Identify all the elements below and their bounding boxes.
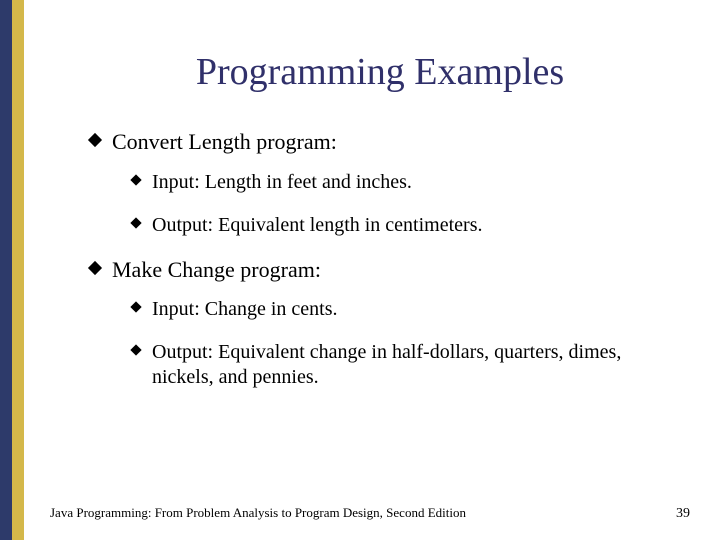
bullet-list: Convert Length program: Input: Length in… xyxy=(90,128,670,390)
bullet-level1: Convert Length program: Input: Length in… xyxy=(90,128,670,238)
bullet-level2: Input: Change in cents. xyxy=(132,297,670,322)
stripe-navy xyxy=(0,0,12,540)
bullet-level2: Input: Length in feet and inches. xyxy=(132,170,670,195)
bullet-level2: Output: Equivalent change in half-dollar… xyxy=(132,340,670,390)
stripe-white xyxy=(24,0,40,540)
side-accent-stripes xyxy=(0,0,40,540)
slide-body: Programming Examples Convert Length prog… xyxy=(40,0,720,540)
stripe-gold xyxy=(12,0,24,540)
bullet-level2: Output: Equivalent length in centimeters… xyxy=(132,213,670,238)
bullet-text: Make Change program: xyxy=(112,257,321,282)
page-number: 39 xyxy=(676,506,690,522)
bullet-level1: Make Change program: Input: Change in ce… xyxy=(90,256,670,391)
bullet-text: Convert Length program: xyxy=(112,129,337,154)
sub-bullet-list: Input: Change in cents. Output: Equivale… xyxy=(112,297,670,390)
sub-bullet-list: Input: Length in feet and inches. Output… xyxy=(112,170,670,238)
footer-source: Java Programming: From Problem Analysis … xyxy=(50,505,466,521)
slide-title: Programming Examples xyxy=(90,50,670,94)
slide-footer: Java Programming: From Problem Analysis … xyxy=(50,505,690,522)
